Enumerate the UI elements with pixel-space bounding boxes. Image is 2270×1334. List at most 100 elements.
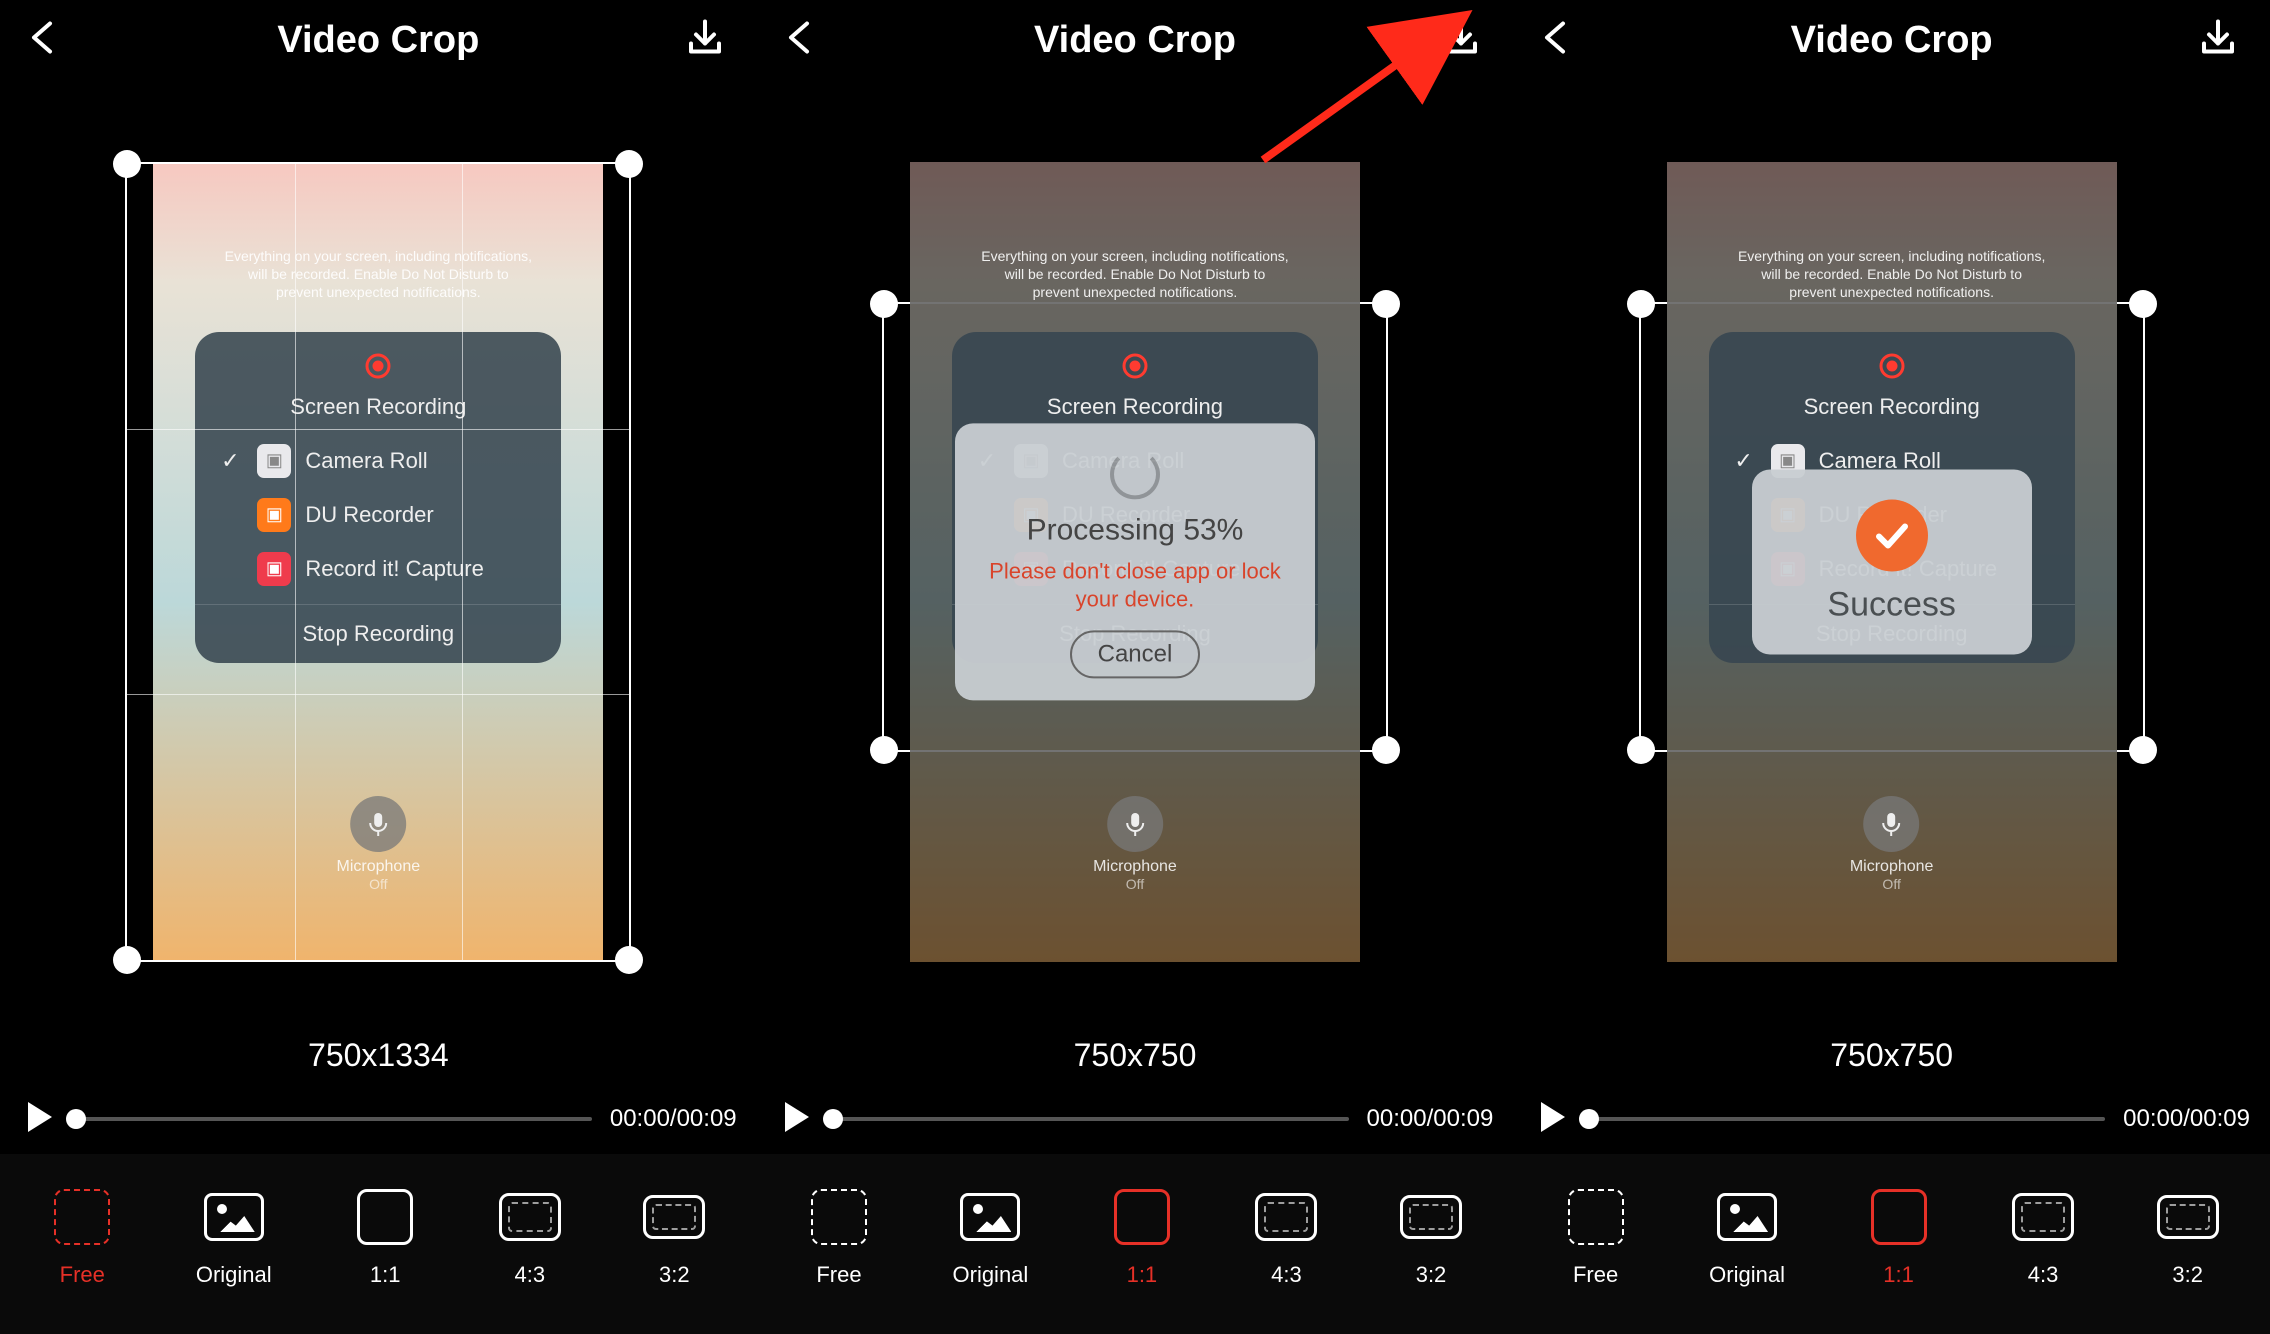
microphone-state: Off — [1093, 876, 1177, 892]
ratio-3-2[interactable]: 3:2 — [1400, 1186, 1462, 1288]
ratio-4-3[interactable]: 4:3 — [1255, 1186, 1317, 1288]
crop-dimensions: 750x1334 — [0, 1037, 757, 1084]
crop-handle-br[interactable] — [2129, 736, 2157, 764]
header: Video Crop — [1513, 0, 2270, 80]
crop-handle-bl[interactable] — [870, 736, 898, 764]
ratio-label: 1:1 — [1883, 1262, 1914, 1288]
microphone-icon — [1107, 796, 1163, 852]
back-button[interactable] — [20, 16, 64, 65]
play-button[interactable] — [1533, 1098, 1571, 1141]
ratio-label: 4:3 — [514, 1262, 545, 1288]
check-icon: ✓ — [1731, 448, 1757, 474]
ratio-original[interactable]: Original — [196, 1186, 272, 1288]
ratio-label: 3:2 — [2172, 1262, 2203, 1288]
time-display: 00:00/00:09 — [2123, 1105, 2250, 1133]
microphone-icon — [1864, 796, 1920, 852]
processing-warning: Please don't close app or lock your devi… — [975, 557, 1295, 614]
rect-4-3-icon — [2012, 1193, 2074, 1241]
crop-handle-br[interactable] — [1372, 736, 1400, 764]
ratio-1-1[interactable]: 1:1 — [1111, 1186, 1173, 1288]
crop-handle-tl[interactable] — [1627, 290, 1655, 318]
rect-3-2-icon — [1400, 1195, 1462, 1239]
success-title: Success — [1772, 585, 2012, 624]
ratio-1-1[interactable]: 1:1 — [1868, 1186, 1930, 1288]
back-button[interactable] — [1533, 16, 1577, 65]
aspect-ratio-bar: Free Original 1:1 4:3 3:2 — [757, 1154, 1514, 1334]
ratio-free[interactable]: Free — [51, 1186, 113, 1288]
timeline-knob[interactable] — [66, 1109, 86, 1129]
ratio-4-3[interactable]: 4:3 — [2012, 1186, 2074, 1288]
aspect-ratio-bar: Free Original 1:1 4:3 3:2 — [1513, 1154, 2270, 1334]
crop-handle-tr[interactable] — [2129, 290, 2157, 318]
crop-handle-bl[interactable] — [113, 946, 141, 974]
header: Video Crop — [757, 0, 1514, 80]
crop-dimensions: 750x750 — [1513, 1037, 2270, 1084]
page-title: Video Crop — [1791, 19, 1993, 62]
timeline-scrubber[interactable] — [833, 1117, 1349, 1121]
app-screen: Video Crop Screen Recording ✓ ▣ Camera R… — [1513, 0, 2270, 1334]
play-button[interactable] — [777, 1098, 815, 1141]
recording-info-text: Everything on your screen, including not… — [980, 247, 1290, 302]
crop-handle-tr[interactable] — [615, 150, 643, 178]
ratio-free[interactable]: Free — [808, 1186, 870, 1288]
ratio-3-2[interactable]: 3:2 — [2157, 1186, 2219, 1288]
rect-3-2-icon — [643, 1195, 705, 1239]
record-icon — [1709, 352, 2075, 386]
crop-stage: Screen Recording ✓ ▣ Camera Roll ▣ DU Re… — [1513, 80, 2270, 1043]
ratio-label: Free — [816, 1262, 861, 1288]
play-button[interactable] — [20, 1098, 58, 1141]
ratio-label: 4:3 — [1271, 1262, 1302, 1288]
aspect-ratio-bar: Free Original 1:1 4:3 3:2 — [0, 1154, 757, 1334]
ratio-3-2[interactable]: 3:2 — [643, 1186, 705, 1288]
image-icon — [960, 1193, 1020, 1241]
cancel-button[interactable]: Cancel — [1070, 630, 1201, 678]
ratio-label: Free — [60, 1262, 105, 1288]
ratio-1-1[interactable]: 1:1 — [354, 1186, 416, 1288]
timeline-scrubber[interactable] — [76, 1117, 592, 1121]
free-crop-icon — [1568, 1189, 1624, 1245]
ratio-label: Free — [1573, 1262, 1618, 1288]
crop-stage: Screen Recording ✓ ▣ Camera Roll ▣ DU Re… — [757, 80, 1514, 1043]
export-button[interactable] — [1439, 16, 1483, 65]
export-button[interactable] — [683, 16, 727, 65]
microphone-label: Microphone — [1850, 858, 1934, 876]
playback-row: 00:00/00:09 — [757, 1084, 1514, 1154]
back-button[interactable] — [777, 16, 821, 65]
microphone-control[interactable]: Microphone Off — [1850, 796, 1934, 892]
playback-row: 00:00/00:09 — [1513, 1084, 2270, 1154]
crop-handle-tl[interactable] — [113, 150, 141, 178]
page-title: Video Crop — [1034, 19, 1236, 62]
ratio-label: 1:1 — [1127, 1262, 1158, 1288]
free-crop-icon — [54, 1189, 110, 1245]
rect-3-2-icon — [2157, 1195, 2219, 1239]
page-title: Video Crop — [277, 19, 479, 62]
video-preview: Screen Recording ✓ ▣ Camera Roll ▣ DU Re… — [153, 162, 603, 962]
crop-handle-bl[interactable] — [1627, 736, 1655, 764]
export-button[interactable] — [2196, 16, 2240, 65]
crop-handle-tr[interactable] — [1372, 290, 1400, 318]
square-icon — [1114, 1189, 1170, 1245]
ratio-4-3[interactable]: 4:3 — [499, 1186, 561, 1288]
ratio-original[interactable]: Original — [1709, 1186, 1785, 1288]
panel-title: Screen Recording — [1709, 394, 2075, 420]
timeline-knob[interactable] — [1579, 1109, 1599, 1129]
timeline-scrubber[interactable] — [1589, 1117, 2105, 1121]
crop-stage: Screen Recording ✓ ▣ Camera Roll ▣ DU Re… — [0, 80, 757, 1043]
ratio-free[interactable]: Free — [1565, 1186, 1627, 1288]
processing-dialog: Processing 53% Please don't close app or… — [955, 423, 1315, 700]
app-screen: Video Crop Screen Recording ✓ ▣ Camera R… — [757, 0, 1514, 1334]
panel-title: Screen Recording — [952, 394, 1318, 420]
crop-rectangle[interactable] — [125, 162, 631, 962]
crop-handle-br[interactable] — [615, 946, 643, 974]
timeline-knob[interactable] — [823, 1109, 843, 1129]
ratio-label: Original — [1709, 1262, 1785, 1288]
crop-handle-tl[interactable] — [870, 290, 898, 318]
ratio-label: 4:3 — [2028, 1262, 2059, 1288]
square-icon — [1871, 1189, 1927, 1245]
microphone-control[interactable]: Microphone Off — [1093, 796, 1177, 892]
success-dialog: Success — [1752, 469, 2032, 654]
spinner-icon — [1110, 449, 1160, 499]
ratio-original[interactable]: Original — [953, 1186, 1029, 1288]
image-icon — [1717, 1193, 1777, 1241]
processing-title: Processing 53% — [975, 513, 1295, 547]
